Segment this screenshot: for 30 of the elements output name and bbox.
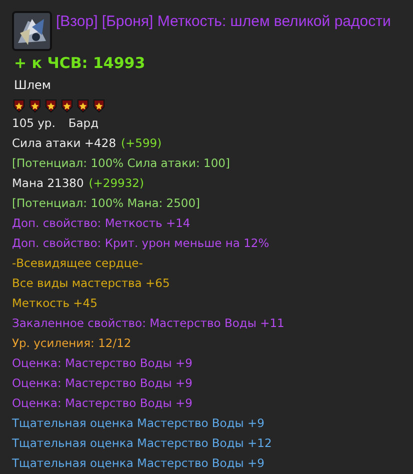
- item-title: [Взор] [Броня] Меткость: шлем великой радости: [56, 12, 391, 32]
- rank-star-icon: [12, 99, 26, 113]
- stat-text: [Потенциал: 100% Мана: 2500]: [12, 195, 200, 212]
- stat-text: Тщательная оценка Мастерство Воды +9: [12, 455, 264, 472]
- stat-text: Оценка: Мастерство Воды +9: [12, 395, 192, 412]
- stat-text: Бард: [68, 115, 99, 132]
- stat-text: Сила атаки +428: [12, 135, 116, 152]
- stat-text: Доп. свойство: Меткость +14: [12, 215, 190, 232]
- rank-star-icon: [60, 99, 74, 113]
- stat-text: Доп. свойство: Крит. урон меньше на 12%: [12, 235, 270, 252]
- stat-text: (+29932): [88, 175, 144, 192]
- rank-star-icon: [76, 99, 90, 113]
- stat-text: Тщательная оценка Мастерство Воды +12: [12, 435, 272, 452]
- stat-text: Оценка: Мастерство Воды +9: [12, 355, 192, 372]
- stat-text: Ур. усиления: 12/12: [12, 335, 132, 352]
- bonus-value: + к ЧСВ: 14993: [14, 53, 146, 73]
- item-type: Шлем: [14, 77, 52, 93]
- stat-text: Закаленное свойство: Мастерство Воды +11: [12, 315, 284, 332]
- stat-text: (+599): [121, 135, 162, 152]
- stat-text: Оценка: Мастерство Воды +9: [12, 375, 192, 392]
- stat-text: Тщательная оценка Мастерство Воды +9: [12, 415, 264, 432]
- stat-text: -Всевидящее сердце-: [12, 255, 143, 272]
- stat-text: [Потенциал: 100% Сила атаки: 100]: [12, 155, 230, 172]
- stat-text: Все виды мастерства +65: [12, 275, 170, 292]
- stat-text: Мана 21380: [12, 175, 84, 192]
- stat-text: 105 ур.: [12, 115, 56, 132]
- stat-text: Меткость +45: [12, 295, 98, 312]
- rank-star-icon: [92, 99, 106, 113]
- rank-star-icon: [28, 99, 42, 113]
- rank-star-icon: [44, 99, 58, 113]
